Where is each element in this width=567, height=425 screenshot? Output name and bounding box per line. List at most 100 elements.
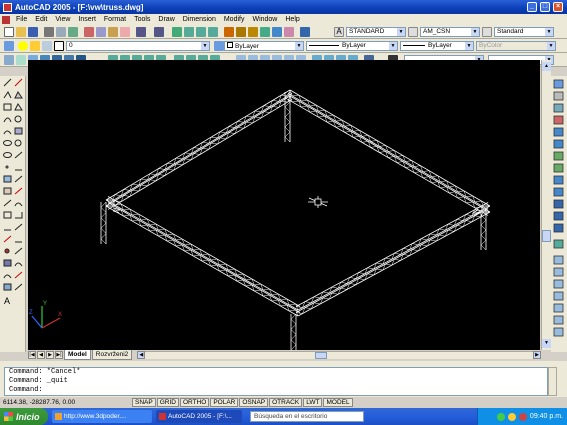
sheet-set-icon[interactable]	[260, 27, 270, 37]
save-icon[interactable]	[28, 27, 38, 37]
text-style-icon: A	[334, 27, 344, 37]
tool-palettes-icon[interactable]	[248, 27, 258, 37]
copy-icon[interactable]	[96, 27, 106, 37]
hscroll-left[interactable]: ◀	[137, 351, 146, 359]
menu-edit[interactable]: Edit	[31, 16, 51, 23]
snap-toggle[interactable]: SNAP	[132, 398, 156, 407]
layer-manager-icon[interactable]	[4, 41, 14, 51]
menu-window[interactable]: Window	[248, 16, 281, 23]
close-button[interactable]: ×	[553, 2, 563, 12]
taskbar: Inicio http://www.3dpoder.... AutoCAD 20…	[0, 408, 567, 425]
preview-icon[interactable]	[56, 27, 66, 37]
vertical-scrollbar[interactable]: ▲ ▼	[541, 60, 551, 350]
lineweight-select[interactable]: ByLayer ▼	[400, 41, 474, 51]
tab-model[interactable]: Model	[64, 350, 91, 360]
dim-style-select[interactable]: AM_CSN ▼	[420, 27, 480, 37]
osnap-toggle[interactable]: OSNAP	[239, 398, 269, 407]
command-prompt[interactable]: Command:	[9, 386, 547, 395]
horizontal-scrollbar[interactable]	[145, 351, 533, 359]
table-style-select[interactable]: Standard ▼	[494, 27, 554, 37]
autocad-task-icon	[159, 413, 166, 420]
tab-layout[interactable]: Rozvrženi2	[91, 350, 133, 360]
svg-text:Z: Z	[29, 310, 33, 316]
command-history-line: Command: _quit	[9, 377, 68, 385]
zoom-window-icon[interactable]	[196, 27, 206, 37]
next-tab-button[interactable]: ▶	[46, 351, 54, 359]
command-window[interactable]: Command: *Cancel* Command: _quit Command…	[4, 367, 548, 396]
task-autocad[interactable]: AutoCAD 2005 - [F:\...	[156, 410, 242, 423]
menu-insert[interactable]: Insert	[74, 16, 100, 23]
lock-icon[interactable]	[42, 41, 52, 51]
zoom-previous-icon[interactable]	[208, 27, 218, 37]
prev-tab-button[interactable]: ◀	[37, 351, 45, 359]
layer-select[interactable]: 0 ▼	[66, 41, 210, 51]
document-icon[interactable]	[2, 15, 10, 24]
zoom-realtime-icon[interactable]	[184, 27, 194, 37]
last-tab-button[interactable]: ▶|	[55, 351, 63, 359]
design-center-icon[interactable]	[236, 27, 246, 37]
otrack-toggle[interactable]: OTRACK	[269, 398, 303, 407]
polar-toggle[interactable]: POLAR	[210, 398, 239, 407]
status-bar: 6114.38, -28287.76, 0.00 SNAP GRID ORTHO…	[0, 397, 567, 408]
redo-icon[interactable]	[154, 27, 164, 37]
first-tab-button[interactable]: |◀	[28, 351, 36, 359]
windows-flag-icon	[4, 412, 13, 421]
maximize-button[interactable]: □	[540, 2, 550, 12]
modify-tools-icons[interactable]	[551, 76, 567, 352]
bulb-on-icon[interactable]	[18, 41, 28, 51]
menu-tools[interactable]: Tools	[130, 16, 154, 23]
publish-icon[interactable]	[68, 27, 78, 37]
properties-icon[interactable]	[224, 27, 234, 37]
menu-bar: File Edit View Insert Format Tools Draw …	[0, 14, 567, 25]
start-button[interactable]: Inicio	[0, 408, 48, 425]
svg-text:Y: Y	[43, 301, 47, 307]
drawing-canvas[interactable]: Y X Z	[28, 60, 540, 351]
model-toggle[interactable]: MODEL	[323, 398, 353, 407]
undo-icon[interactable]	[136, 27, 146, 37]
title-bar: AutoCAD 2005 - [F:\vw\truss.dwg] _ □ ×	[0, 0, 567, 14]
layers-toolbar: 0 ▼ ByLayer ▼ ByLayer ▼ ByLayer ▼ ByColor ▼	[0, 39, 567, 53]
ortho-toggle[interactable]: ORTHO	[179, 398, 210, 407]
menu-help[interactable]: Help	[281, 16, 303, 23]
draw-tools-icons[interactable]: A	[0, 76, 26, 352]
system-tray: 09:40 p.m.	[477, 408, 567, 425]
sun-icon[interactable]	[30, 41, 40, 51]
menu-modify[interactable]: Modify	[220, 16, 249, 23]
truss-model: Y X Z	[29, 89, 491, 351]
lwt-toggle[interactable]: LWT	[303, 398, 323, 407]
plot-icon[interactable]	[44, 27, 54, 37]
task-browser[interactable]: http://www.3dpoder....	[52, 410, 152, 423]
minimize-button[interactable]: _	[527, 2, 537, 12]
tray-security-icon[interactable]	[518, 412, 527, 421]
color-select[interactable]: ByLayer ▼	[224, 41, 304, 51]
menu-format[interactable]: Format	[100, 16, 130, 23]
menu-dimension[interactable]: Dimension	[179, 16, 220, 23]
desktop-search-input[interactable]: Búsqueda en el escritorio	[250, 411, 364, 422]
markup-icon[interactable]	[272, 27, 282, 37]
help-icon[interactable]	[300, 27, 310, 37]
linetype-select[interactable]: ByLayer ▼	[306, 41, 398, 51]
menu-file[interactable]: File	[12, 16, 31, 23]
command-scrollbar[interactable]	[548, 367, 557, 396]
menu-draw[interactable]: Draw	[154, 16, 178, 23]
grid-toggle[interactable]: GRID	[156, 398, 179, 407]
tray-network-icon[interactable]	[496, 412, 505, 421]
ucs-icon[interactable]	[4, 55, 14, 65]
match-properties-icon[interactable]	[120, 27, 130, 37]
new-icon[interactable]	[4, 27, 14, 37]
paste-icon[interactable]	[108, 27, 118, 37]
text-style-select[interactable]: STANDARD ▼	[346, 27, 406, 37]
tray-volume-icon[interactable]	[507, 412, 516, 421]
window-title: AutoCAD 2005 - [F:\vw\truss.dwg]	[15, 2, 144, 12]
calculator-icon[interactable]	[284, 27, 294, 37]
open-icon[interactable]	[16, 27, 26, 37]
make-current-icon[interactable]	[214, 41, 224, 51]
menu-view[interactable]: View	[51, 16, 74, 23]
pan-icon[interactable]	[172, 27, 182, 37]
layer-color-icon	[54, 41, 64, 51]
wireframe-icon[interactable]	[16, 55, 26, 65]
hscroll-right[interactable]: ▶	[533, 351, 541, 359]
command-history-line: Command: *Cancel*	[9, 368, 81, 376]
autocad-icon	[3, 2, 12, 12]
cut-icon[interactable]	[84, 27, 94, 37]
